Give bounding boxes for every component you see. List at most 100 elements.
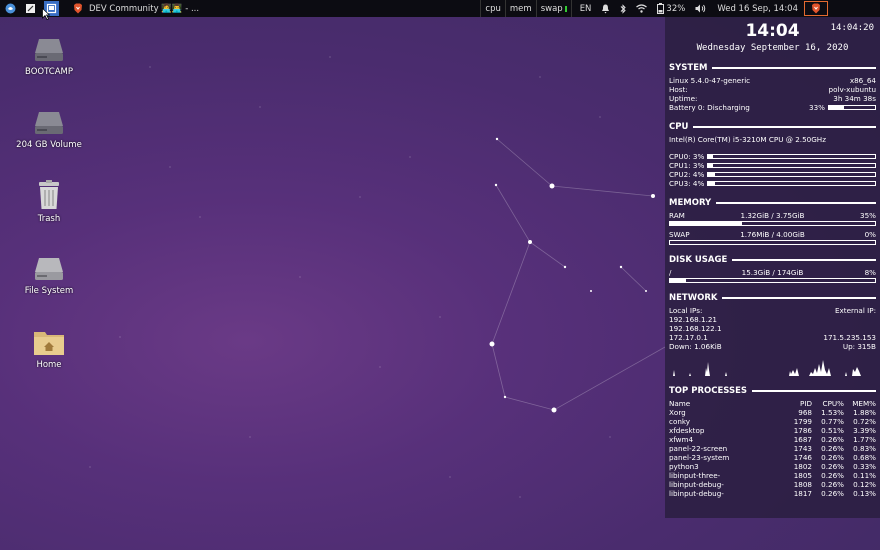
brave-browser-icon xyxy=(73,3,83,14)
mem-monitor[interactable]: mem xyxy=(504,0,536,17)
process-cpu: 0.26% xyxy=(821,471,844,480)
host-label: Host: xyxy=(669,85,688,94)
local-ip: 192.168.1.21 xyxy=(669,315,718,324)
desktop-icon-label: File System xyxy=(24,286,74,296)
section-divider xyxy=(693,126,876,128)
process-mem: 0.12% xyxy=(853,480,876,489)
disk-section-header: DISK USAGE xyxy=(669,255,876,265)
cpu-core-label: CPU2: 4% xyxy=(669,170,705,179)
process-mem: 1.88% xyxy=(853,408,876,417)
desktop-icon-file-system[interactable]: File System xyxy=(9,256,89,296)
network-labels-row: Local IPs: External IP: xyxy=(669,306,876,315)
swap-monitor[interactable]: swap xyxy=(535,0,572,17)
cpu-core-bar xyxy=(707,163,876,168)
text-editor-launcher-icon[interactable] xyxy=(24,3,36,15)
section-title: CPU xyxy=(669,122,689,132)
mem-monitor-label: mem xyxy=(509,3,532,14)
process-mem: 0.33% xyxy=(853,462,876,471)
desktop-icon-home[interactable]: Home xyxy=(9,328,89,370)
process-cpu: 0.26% xyxy=(821,462,844,471)
home-folder-icon xyxy=(34,332,64,355)
process-pid: 1805 xyxy=(793,471,812,480)
notifications-icon[interactable] xyxy=(601,4,610,14)
cpu-core-label: CPU3: 4% xyxy=(669,179,705,188)
section-divider xyxy=(722,297,876,299)
brave-tray-button[interactable] xyxy=(804,1,828,16)
network-section-header: NETWORK xyxy=(669,293,876,303)
external-ip-label: External IP: xyxy=(835,306,876,315)
section-divider xyxy=(712,67,876,69)
header-cpu: CPU% xyxy=(822,399,844,408)
process-pid: 968 xyxy=(798,408,812,417)
whisker-menu-icon[interactable] xyxy=(4,3,16,15)
process-pid: 1743 xyxy=(793,444,812,453)
process-row: panel-23-system 1746 0.26% 0.68% xyxy=(669,453,876,462)
desktop-icon-bootcamp[interactable]: BOOTCAMP xyxy=(9,37,89,77)
local-ip-row: 192.168.122.1 xyxy=(669,324,876,333)
ram-bar-fill xyxy=(670,222,742,225)
system-section-header: SYSTEM xyxy=(669,63,876,73)
desktop-icon-trash[interactable]: Trash xyxy=(9,180,89,224)
process-pid: 1786 xyxy=(793,426,812,435)
process-pid: 1802 xyxy=(793,462,812,471)
system-host-row: Host: polv-xubuntu xyxy=(669,85,876,94)
network-speed-row: Down: 1.06KiB Up: 315B xyxy=(669,342,876,351)
desktop-icon-label: 204 GB Volume xyxy=(16,140,82,150)
process-name: python3 xyxy=(669,462,699,471)
desktop-icon-label: Home xyxy=(36,360,62,370)
bluetooth-icon[interactable] xyxy=(620,3,627,14)
swap-monitor-label: swap xyxy=(540,3,563,14)
ram-label: RAM xyxy=(669,211,685,220)
process-mem: 3.39% xyxy=(853,426,876,435)
process-pid: 1799 xyxy=(793,417,812,426)
upload-speed: Up: 315B xyxy=(842,342,876,351)
system-uptime-row: Uptime: 3h 34m 38s xyxy=(669,94,876,103)
process-pid: 1817 xyxy=(793,489,812,498)
cpu-section-header: CPU xyxy=(669,122,876,132)
process-mem: 0.68% xyxy=(853,453,876,462)
taskbar-window-button[interactable]: DEV Community 👩‍💻👨‍💻 - ... xyxy=(73,3,199,14)
process-pid: 1687 xyxy=(793,435,812,444)
wifi-icon[interactable] xyxy=(636,4,648,13)
header-mem: MEM% xyxy=(852,399,876,408)
process-mem: 0.11% xyxy=(853,471,876,480)
panel-clock[interactable]: Wed 16 Sep, 14:04 xyxy=(717,4,798,14)
battery-bar xyxy=(828,105,876,110)
cpu-monitor[interactable]: cpu xyxy=(480,0,504,17)
process-name: panel-22-screen xyxy=(669,444,728,453)
process-cpu: 0.26% xyxy=(821,444,844,453)
battery-value: 33% xyxy=(809,103,825,112)
process-name: xfwm4 xyxy=(669,435,694,444)
process-row: libinput-three- 1805 0.26% 0.11% xyxy=(669,471,876,480)
process-row: python3 1802 0.26% 0.33% xyxy=(669,462,876,471)
disk-row: / 15.3GiB / 174GiB 8% xyxy=(669,268,876,277)
process-cpu: 0.26% xyxy=(821,453,844,462)
ram-usage: 1.32GiB / 3.75GiB xyxy=(740,211,805,220)
process-name: panel-23-system xyxy=(669,453,730,462)
top-panel: DEV Community 👩‍💻👨‍💻 - ... cpu mem swap … xyxy=(0,0,880,17)
uptime-label: Uptime: xyxy=(669,94,698,103)
drive-icon xyxy=(35,112,63,134)
header-pid: PID xyxy=(800,399,812,408)
desktop-icon-label: Trash xyxy=(37,214,61,224)
keyboard-layout[interactable]: EN xyxy=(580,4,592,14)
battery-indicator[interactable]: 32% xyxy=(657,3,685,14)
process-cpu: 0.26% xyxy=(821,489,844,498)
system-battery-row: Battery 0: Discharging 33% xyxy=(669,103,876,112)
process-name: libinput-debug- xyxy=(669,489,724,498)
process-mem: 1.77% xyxy=(853,435,876,444)
desktop-icon-204gb-volume[interactable]: 204 GB Volume xyxy=(9,110,89,150)
section-divider xyxy=(732,259,876,261)
section-divider xyxy=(716,202,876,204)
local-ips-label: Local IPs: xyxy=(669,306,703,315)
local-ip-row: 192.168.1.21 xyxy=(669,315,876,324)
volume-icon[interactable] xyxy=(695,4,706,13)
process-cpu: 0.51% xyxy=(821,426,844,435)
swap-monitor-graph xyxy=(564,5,567,12)
keyboard-layout-label: EN xyxy=(579,3,592,14)
cpu-core-bar xyxy=(707,154,876,159)
process-cpu: 0.26% xyxy=(821,435,844,444)
cpu-core-bar-fill xyxy=(708,155,713,158)
local-ip-row: 172.17.0.1 171.5.235.153 xyxy=(669,333,876,342)
process-pid: 1746 xyxy=(793,453,812,462)
